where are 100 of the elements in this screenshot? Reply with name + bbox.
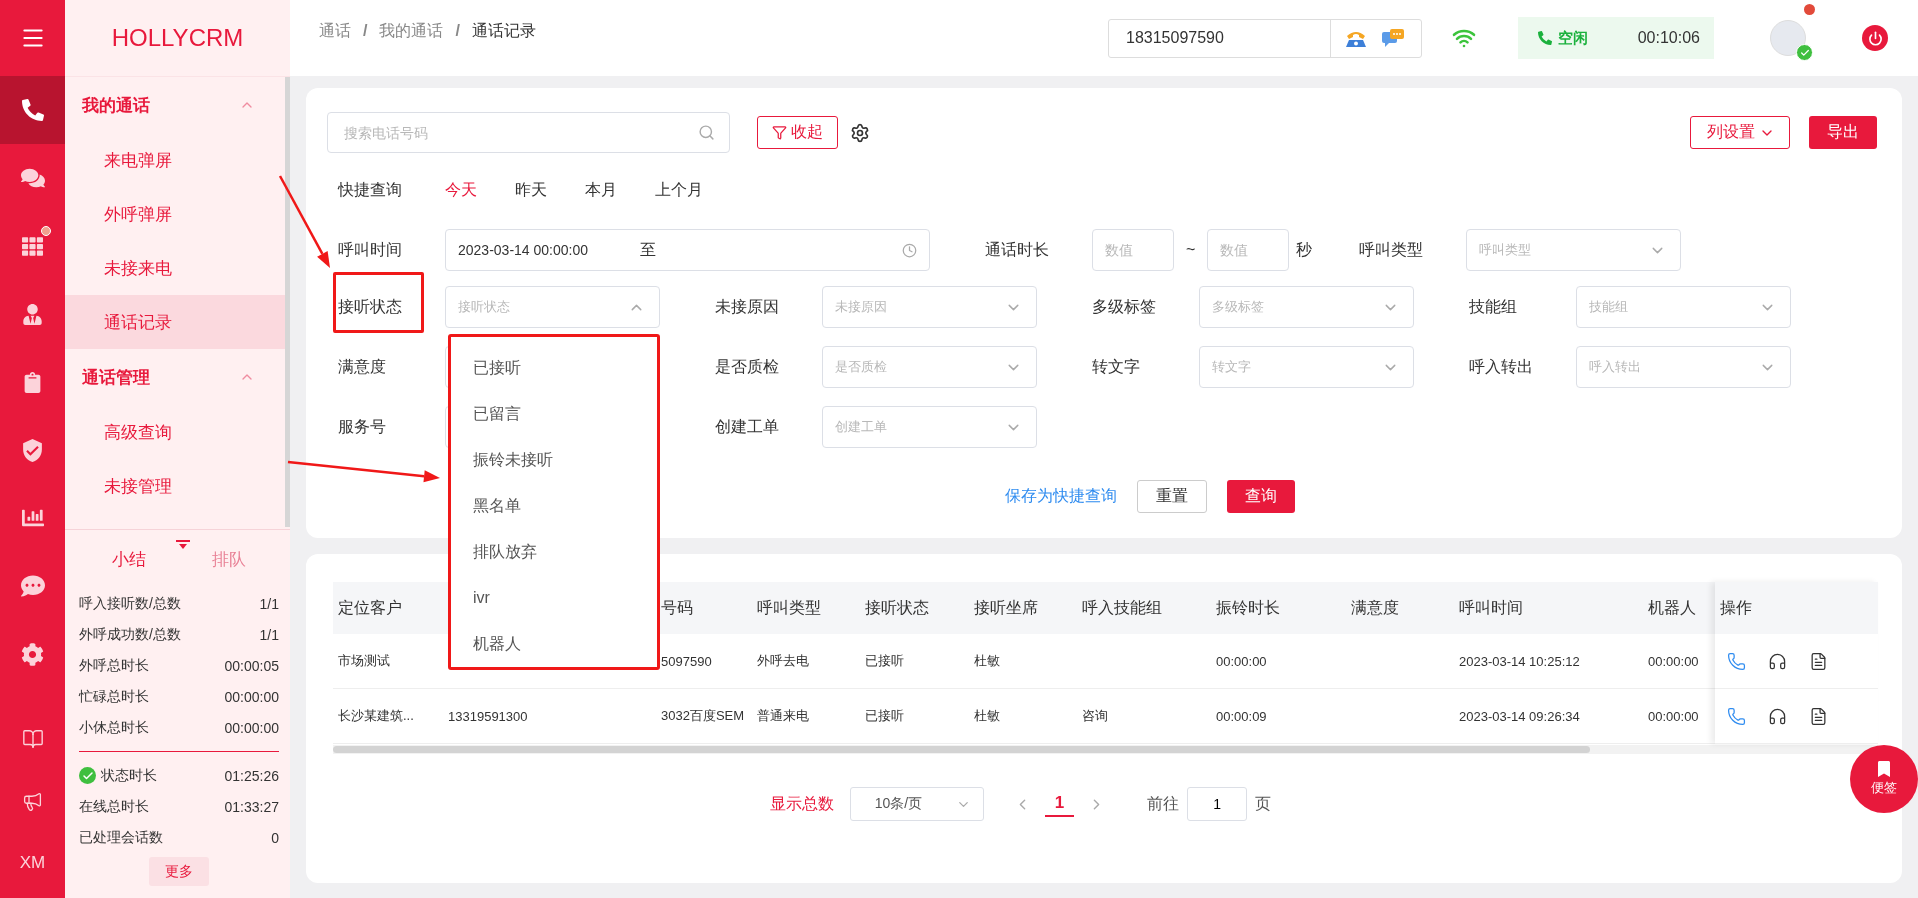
goto-page-field[interactable]: 1 <box>1187 787 1248 821</box>
stat-label: 忙碌总时长 <box>79 687 149 706</box>
max-value-field[interactable]: 数值 <box>1207 229 1290 271</box>
summary-tab[interactable]: 排队 <box>179 547 279 571</box>
field-label: 服务号 <box>338 416 387 437</box>
call-icon[interactable] <box>1727 706 1746 726</box>
menu-item[interactable]: 未接来电 <box>65 241 285 295</box>
clock-icon <box>902 242 917 258</box>
menu-item[interactable]: 外呼弹屏 <box>65 187 285 241</box>
reset-button[interactable]: 重置 <box>1136 480 1207 513</box>
dropdown-option[interactable]: 黑名单 <box>451 483 657 529</box>
stat-value: 00:00:00 <box>224 719 279 736</box>
bookmark-icon <box>1876 761 1892 777</box>
field-label: 技能组 <box>1469 296 1518 317</box>
quick-query-option[interactable]: 昨天 <box>515 179 547 201</box>
table-cell-text: 外呼去电 <box>756 652 810 670</box>
query-button[interactable]: 查询 <box>1226 480 1295 513</box>
collapse-button[interactable]: 收起 <box>757 116 838 149</box>
dropdown-option[interactable]: 机器人 <box>451 621 657 667</box>
phone-icon <box>1538 31 1552 45</box>
dropdown-option[interactable]: 已接听 <box>451 345 657 391</box>
breadcrumb-item[interactable]: 我的通话 <box>379 20 444 42</box>
column-header: 操作 <box>1715 582 1878 634</box>
save-quick-query-link[interactable]: 保存为快捷查询 <box>1004 486 1117 507</box>
phone-number-field[interactable]: 18315097590 <box>1109 28 1323 48</box>
nav-button[interactable] <box>0 76 65 144</box>
stat-value: 00:00:00 <box>224 688 279 705</box>
menu-item[interactable]: 高级查询 <box>65 405 285 459</box>
message-bubble-icon[interactable] <box>1381 28 1405 48</box>
table-cell-text: 00:00:00 <box>1215 653 1268 669</box>
stat-label: 在线总时长 <box>79 797 149 816</box>
person-icon <box>22 303 43 325</box>
document-icon[interactable] <box>1809 651 1828 671</box>
headphones-icon[interactable] <box>1768 651 1787 671</box>
table-cell-text: 13319591300 <box>447 708 529 724</box>
breadcrumb-separator: / <box>363 22 368 40</box>
quick-query-option[interactable]: 本月 <box>585 179 617 201</box>
column-header: 号码 <box>660 597 694 618</box>
dropdown-option[interactable]: ivr <box>451 575 657 621</box>
table-cell-text: 00:00:00 <box>1647 653 1700 669</box>
menu-group-header[interactable]: 我的通话 <box>65 77 285 133</box>
filter-icon <box>772 125 787 140</box>
megaphone-icon <box>22 790 43 812</box>
stat-label: 已处理会话数 <box>79 828 163 847</box>
dropdown-option[interactable]: 排队放弃 <box>451 529 657 575</box>
total-count-label: 显示总数 <box>769 793 834 814</box>
quick-query-option[interactable]: 上个月 <box>655 179 703 201</box>
menu-item[interactable]: 通话记录 <box>65 295 285 349</box>
min-value-field[interactable]: 数值 <box>1092 229 1174 271</box>
scrollbar[interactable] <box>333 746 1590 753</box>
column-header: 呼叫时间 <box>1458 597 1524 618</box>
nav-button[interactable]: XM <box>0 832 65 894</box>
phone-number-box[interactable]: 18315097590 <box>1108 18 1422 58</box>
stat-label: 外呼成功数/总数 <box>79 625 181 644</box>
page-unit-label: 页 <box>1255 793 1272 814</box>
status-label: 空闲 <box>1558 28 1588 48</box>
chat-icon <box>20 166 45 190</box>
menu-group-header[interactable]: 通话管理 <box>65 349 285 405</box>
search-box[interactable]: 搜索电话号码 <box>327 112 730 153</box>
agent-status[interactable]: 空闲 00:10:06 <box>1518 17 1714 59</box>
page-number[interactable]: 1 <box>1044 791 1075 817</box>
field-label: 接听状态 <box>338 296 403 317</box>
headphones-icon[interactable] <box>1768 706 1787 726</box>
dropdown-option[interactable]: 已留言 <box>451 391 657 437</box>
page-size-select[interactable]: 10条/页 <box>849 787 984 821</box>
table-cell-text: 咨询 <box>1081 707 1109 725</box>
notes-button[interactable]: 便签 <box>1850 745 1918 813</box>
notification-dot <box>1804 4 1815 15</box>
quick-query-option[interactable]: 今天 <box>445 179 477 201</box>
check-circle-icon <box>79 767 96 784</box>
menu-item[interactable]: 来电弹屏 <box>65 133 285 187</box>
more-button[interactable]: 更多 <box>149 857 209 886</box>
call-icon[interactable] <box>1727 651 1746 671</box>
summary-tab[interactable]: 小结 <box>79 547 179 571</box>
date-range-field[interactable]: 2023-03-14 00:00:00 至 <box>445 229 930 271</box>
avatar[interactable] <box>1770 20 1806 56</box>
export-button[interactable]: 导出 <box>1809 116 1877 149</box>
chat-dots-icon <box>20 574 45 598</box>
breadcrumb-item[interactable]: 通话 <box>319 20 351 42</box>
goto-label: 前往 <box>1147 793 1180 814</box>
document-icon[interactable] <box>1809 706 1828 726</box>
field-label: 未接原因 <box>715 296 780 317</box>
stat-value: 01:25:26 <box>224 767 279 784</box>
logout-button[interactable] <box>1862 25 1888 51</box>
range-separator: ~ <box>1186 241 1196 259</box>
column-header: 满意度 <box>1350 597 1400 618</box>
field-label: 转文字 <box>1092 356 1141 377</box>
dropdown-option[interactable]: 振铃未接听 <box>451 437 657 483</box>
stat-value: 01:33:27 <box>224 798 279 815</box>
scrollbar[interactable] <box>285 77 290 527</box>
table-cell-text: 已接听 <box>864 707 905 725</box>
menu-item[interactable]: 未接管理 <box>65 459 285 513</box>
breadcrumb-separator: / <box>455 22 460 40</box>
table-cell-text: 杜敏 <box>973 652 1001 670</box>
field-label: 呼入转出 <box>1469 356 1534 377</box>
field-label: 创建工单 <box>715 416 780 437</box>
settings-icon[interactable] <box>850 122 870 143</box>
settings-icon <box>21 642 44 666</box>
book-icon <box>21 728 44 750</box>
column-settings-button[interactable]: 列设置 <box>1690 116 1790 149</box>
